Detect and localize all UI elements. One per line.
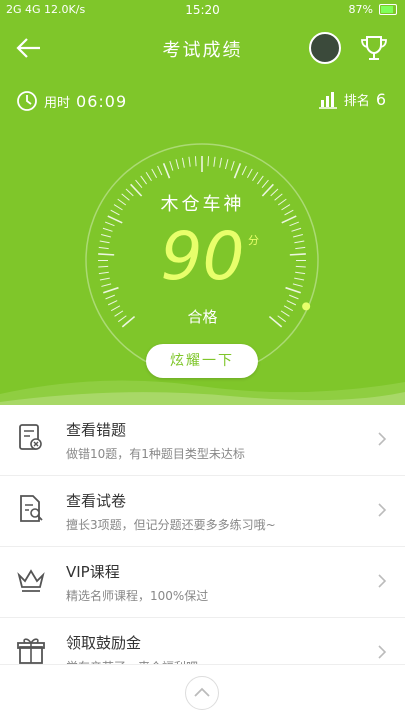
top-bar: 考试成绩 (0, 28, 405, 68)
scroll-up-button[interactable] (185, 676, 219, 710)
avatar[interactable] (309, 32, 341, 64)
action-list: 查看错题 做错10题，有1种题目类型未达标 查看试卷 擅长3项题，但记分题还要多… (0, 405, 405, 689)
battery-percent: 87% (349, 3, 373, 16)
item-title: 查看错题 (66, 419, 126, 440)
gauge-tick (158, 166, 162, 175)
clock: 15:20 (0, 3, 405, 17)
time-value: 06:09 (76, 92, 127, 111)
item-subtitle: 擅长3项题，但记分题还要多多练习哦~ (66, 516, 276, 533)
gauge-tick (257, 176, 263, 184)
item-subtitle: 做错10题，有1种题目类型未达标 (66, 445, 245, 462)
item-title: 领取鼓励金 (66, 632, 141, 653)
gauge-tick (152, 169, 157, 178)
gauge-tick (136, 180, 142, 188)
status-bar: 2G 4G 12.0K/s 15:20 87% (0, 0, 405, 22)
list-item-vip-course[interactable]: VIP课程 精选名师课程，100%保过 (0, 547, 405, 618)
gauge-tick (189, 157, 190, 167)
score-hero: 2G 4G 12.0K/s 15:20 87% 考试成绩 用时 06:09 (0, 0, 405, 405)
score-value: 90 (0, 222, 405, 292)
gauge-tick (146, 172, 151, 180)
rank-label: 排名 (344, 90, 370, 109)
trophy-icon[interactable] (359, 34, 389, 62)
gauge-tick (214, 157, 215, 167)
share-button[interactable]: 炫耀一下 (146, 344, 258, 378)
user-nickname: 木仓车神 (0, 190, 405, 216)
gauge-tick (262, 180, 268, 188)
rank-chart-icon (318, 91, 338, 109)
gauge-tick (108, 301, 117, 305)
gauge-tick (208, 156, 209, 166)
gauge-tick (164, 163, 170, 178)
item-title: VIP课程 (66, 561, 120, 582)
list-item-wrong-questions[interactable]: 查看错题 做错10题，有1种题目类型未达标 (0, 405, 405, 476)
chevron-right-icon (377, 502, 387, 518)
status-right: 87% (349, 3, 397, 16)
gauge-tick (242, 166, 246, 175)
gauge-tick (253, 172, 258, 180)
gauge-tick (106, 295, 115, 299)
rank: 排名 6 (318, 90, 387, 109)
gauge-tick (176, 159, 178, 169)
score-unit: 分 (248, 232, 259, 248)
gauge-tick (231, 161, 234, 171)
battery-icon (379, 4, 397, 15)
wrong-questions-icon (16, 423, 46, 453)
chevron-right-icon (377, 644, 387, 660)
gauge-tick (287, 301, 296, 305)
chevron-right-icon (377, 573, 387, 589)
gauge-tick (247, 169, 252, 178)
gauge-tick (234, 163, 240, 178)
gauge-tick (195, 156, 196, 166)
review-paper-icon (16, 494, 46, 524)
list-item-review-paper[interactable]: 查看试卷 擅长3项题，但记分题还要多多练习哦~ (0, 476, 405, 547)
rank-value: 6 (376, 90, 387, 109)
chevron-right-icon (377, 431, 387, 447)
clock-icon (16, 90, 38, 112)
gauge-tick (220, 158, 222, 168)
gauge-tick (289, 295, 298, 299)
time-used: 用时 06:09 (16, 90, 127, 112)
item-subtitle: 精选名师课程，100%保过 (66, 587, 208, 604)
page-title: 考试成绩 (0, 36, 405, 62)
item-title: 查看试卷 (66, 490, 126, 511)
footer-bar (0, 664, 405, 721)
vip-crown-icon (16, 565, 46, 595)
gift-icon (16, 636, 46, 666)
grade-label: 合格 (0, 306, 405, 327)
gauge-tick (225, 159, 227, 169)
stats-row: 用时 06:09 排名 6 (0, 88, 405, 116)
gauge-tick (182, 158, 184, 168)
gauge-tick (141, 176, 147, 184)
gauge-tick (170, 161, 173, 171)
time-label: 用时 (44, 92, 70, 111)
